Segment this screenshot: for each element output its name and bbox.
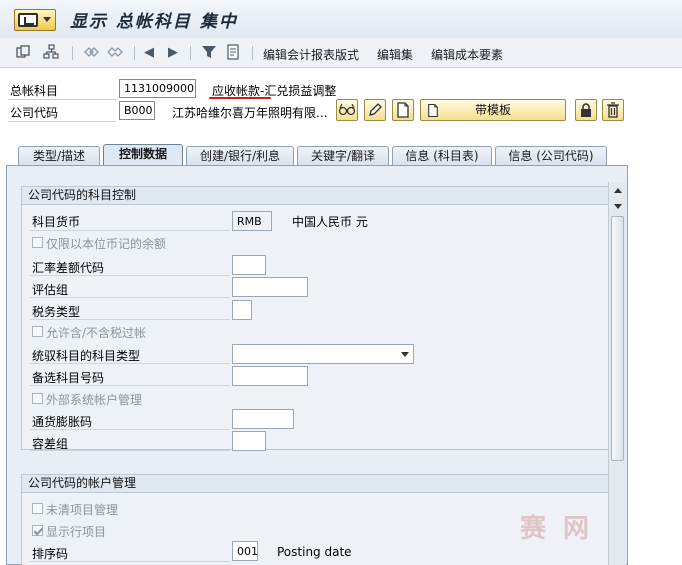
toolbar-separator bbox=[134, 46, 135, 60]
external-system-label: 外部系统帐户管理 bbox=[46, 393, 143, 407]
scroll-down-icon[interactable] bbox=[614, 204, 622, 209]
edit-cost-element-button[interactable]: 编辑成本要素 bbox=[431, 46, 503, 63]
edit-pencil-button[interactable] bbox=[364, 99, 386, 121]
tab-create-bank-interest[interactable]: 创建/银行/利息 bbox=[186, 146, 294, 166]
posting-without-tax-label: 允许含/不含税过帐 bbox=[46, 326, 147, 340]
unlink-icon[interactable] bbox=[106, 44, 124, 62]
toolbar-separator bbox=[252, 46, 253, 60]
display-change-button[interactable] bbox=[336, 99, 358, 121]
account-control-group: 公司代码的科目控制 科目货币 RMB 中国人民币 元 仅限以本位币记的余额 汇率… bbox=[21, 186, 613, 451]
tab-keyword-translation[interactable]: 关键字/翻译 bbox=[297, 146, 389, 166]
line-item-display-label: 显示行项目 bbox=[46, 525, 107, 539]
inflation-key-label: 通货膨胀码 bbox=[32, 415, 93, 429]
valuation-group-field[interactable] bbox=[232, 277, 308, 297]
document-icon bbox=[428, 103, 438, 118]
account-currency-field[interactable]: RMB bbox=[232, 211, 272, 231]
label-underline bbox=[30, 363, 230, 364]
valuation-group-label: 评估组 bbox=[32, 283, 69, 297]
vertical-scrollbar[interactable] bbox=[608, 182, 626, 565]
exchange-rate-diff-field[interactable] bbox=[232, 255, 266, 275]
system-menu-button[interactable] bbox=[14, 9, 56, 31]
application-toolbar: ◀ ▶ 编辑会计报表版式 编辑集 编辑成本要素 bbox=[0, 38, 682, 68]
toolbar-separator bbox=[190, 46, 191, 60]
chevron-down-icon bbox=[401, 352, 409, 357]
label-underline bbox=[30, 450, 230, 451]
link-icon[interactable] bbox=[82, 44, 100, 62]
window-icon bbox=[18, 13, 38, 27]
company-code-field[interactable]: B000 bbox=[119, 101, 155, 120]
company-code-description: 江苏哈维尔喜万年照明有限... bbox=[172, 106, 328, 120]
gl-account-label: 总帐科目 bbox=[10, 84, 59, 98]
trash-icon bbox=[607, 102, 619, 118]
tolerance-group-field[interactable] bbox=[232, 431, 266, 451]
inflation-key-field[interactable] bbox=[232, 409, 294, 429]
alternative-account-field[interactable] bbox=[232, 366, 308, 386]
label-underline bbox=[30, 429, 230, 430]
document-icon[interactable] bbox=[224, 44, 242, 62]
copy-icon[interactable] bbox=[14, 44, 32, 62]
label-underline bbox=[30, 230, 230, 231]
sort-key-field[interactable]: 001 bbox=[232, 541, 258, 561]
label-underline bbox=[30, 385, 230, 386]
local-currency-only-label: 仅限以本位币记的余额 bbox=[46, 237, 167, 251]
tax-category-field[interactable] bbox=[232, 300, 252, 320]
scroll-up-icon[interactable] bbox=[614, 188, 622, 193]
delete-button[interactable] bbox=[602, 99, 624, 121]
sort-key-description: Posting date bbox=[277, 545, 352, 559]
group-title: 公司代码的帐户管理 bbox=[22, 475, 612, 493]
edit-sets-button[interactable]: 编辑集 bbox=[377, 46, 413, 63]
sort-key-label: 排序码 bbox=[32, 547, 69, 561]
tax-category-label: 税务类型 bbox=[32, 305, 81, 319]
create-document-button[interactable] bbox=[392, 99, 414, 121]
tab-control-data[interactable]: 控制数据 bbox=[103, 144, 183, 166]
tab-type-description[interactable]: 类型/描述 bbox=[18, 146, 100, 166]
tab-strip: 类型/描述 控制数据 创建/银行/利息 关键字/翻译 信息 (科目表) 信息 (… bbox=[0, 144, 682, 166]
scrollbar-thumb[interactable] bbox=[611, 216, 624, 461]
chevron-down-icon bbox=[43, 17, 51, 22]
lock-icon bbox=[581, 103, 591, 117]
currency-description: 中国人民币 元 bbox=[292, 215, 368, 229]
gl-account-field[interactable]: 1131009000 bbox=[119, 79, 196, 98]
local-currency-only-checkbox[interactable] bbox=[32, 237, 43, 248]
toolbar-separator bbox=[72, 46, 73, 60]
lock-button[interactable] bbox=[575, 99, 597, 121]
label-underline bbox=[8, 121, 116, 122]
next-icon[interactable]: ▶ bbox=[164, 44, 182, 62]
label-underline bbox=[30, 297, 230, 298]
line-item-display-checkbox[interactable] bbox=[32, 525, 43, 536]
label-underline bbox=[30, 561, 230, 562]
page-title: 显示 总帐科目 集中 bbox=[70, 12, 238, 32]
recon-account-type-label: 统驭科目的科目类型 bbox=[32, 349, 141, 363]
title-bar: 显示 总帐科目 集中 bbox=[0, 0, 682, 38]
tab-info-company-code[interactable]: 信息 (公司代码) bbox=[495, 146, 607, 166]
open-item-management-label: 未清项目管理 bbox=[46, 503, 119, 517]
red-annotation-underline bbox=[209, 97, 271, 99]
previous-icon[interactable]: ◀ bbox=[140, 44, 158, 62]
group-title: 公司代码的科目控制 bbox=[22, 187, 612, 205]
watermark-text: 赛 网 bbox=[520, 514, 594, 544]
filter-icon[interactable] bbox=[200, 44, 218, 62]
recon-account-type-select[interactable] bbox=[232, 344, 414, 364]
hierarchy-icon[interactable] bbox=[42, 44, 60, 62]
tab-content-panel: 公司代码的科目控制 科目货币 RMB 中国人民币 元 仅限以本位币记的余额 汇率… bbox=[6, 165, 628, 565]
exchange-rate-diff-label: 汇率差额代码 bbox=[32, 261, 105, 275]
with-template-button[interactable]: 带模板 bbox=[420, 99, 566, 121]
tab-info-chart-of-accounts[interactable]: 信息 (科目表) bbox=[392, 146, 492, 166]
posting-without-tax-checkbox[interactable] bbox=[32, 326, 43, 337]
open-item-management-checkbox[interactable] bbox=[32, 503, 43, 514]
company-code-label: 公司代码 bbox=[10, 106, 59, 120]
with-template-label: 带模板 bbox=[474, 103, 511, 117]
edit-financial-statement-version-button[interactable]: 编辑会计报表版式 bbox=[263, 46, 359, 63]
label-underline bbox=[30, 275, 230, 276]
label-underline bbox=[30, 319, 230, 320]
alternative-account-label: 备选科目号码 bbox=[32, 371, 105, 385]
external-system-checkbox[interactable] bbox=[32, 393, 43, 404]
account-currency-label: 科目货币 bbox=[32, 215, 81, 229]
label-underline bbox=[8, 99, 116, 100]
